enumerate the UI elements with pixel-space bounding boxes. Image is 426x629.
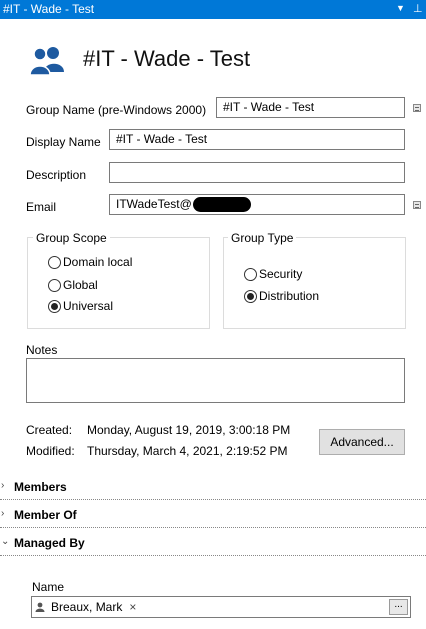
field-options-icon[interactable] <box>413 104 421 112</box>
chevron-down-icon[interactable]: ▼ <box>396 3 405 13</box>
radio-button[interactable] <box>48 299 61 313</box>
section-label: Managed By <box>14 536 85 550</box>
group-scope-title: Group Scope <box>33 231 110 245</box>
modified-value: Thursday, March 4, 2021, 2:19:52 PM <box>87 444 288 458</box>
manager-chip[interactable]: Breaux, Mark × <box>35 599 136 615</box>
display-name-label: Display Name <box>26 135 101 149</box>
manager-field[interactable]: Breaux, Mark × ... <box>31 596 411 618</box>
panel-title: #IT - Wade - Test <box>3 2 95 16</box>
panel-titlebar: #IT - Wade - Test ▼ ⊥ <box>0 0 426 19</box>
chevron-right-icon: › <box>1 508 5 519</box>
scope-universal-radio[interactable]: Universal <box>48 299 113 313</box>
radio-label: Global <box>63 278 98 292</box>
pin-icon[interactable]: ⊥ <box>413 2 423 15</box>
field-options-icon[interactable] <box>413 201 421 209</box>
group-type-box <box>223 237 406 329</box>
radio-label: Domain local <box>63 255 133 269</box>
chevron-right-icon: › <box>1 480 5 491</box>
browse-button[interactable]: ... <box>389 599 408 615</box>
radio-button[interactable] <box>48 255 61 269</box>
advanced-button[interactable]: Advanced... <box>319 429 405 455</box>
page-title: #IT - Wade - Test <box>83 46 251 71</box>
manager-name: Breaux, Mark <box>51 600 123 614</box>
display-name-field[interactable]: #IT - Wade - Test <box>109 129 405 150</box>
chevron-down-icon: ⌄ <box>1 536 10 547</box>
divider <box>0 527 426 528</box>
section-member-of[interactable]: › Member Of <box>0 505 426 525</box>
scope-domain-local-radio[interactable]: Domain local <box>48 255 132 269</box>
email-value: ITWadeTest@ <box>116 197 192 211</box>
manager-name-label: Name <box>32 580 65 594</box>
notes-label: Notes <box>26 343 58 357</box>
section-label: Members <box>14 480 67 494</box>
type-security-radio[interactable]: Security <box>244 267 302 281</box>
type-distribution-radio[interactable]: Distribution <box>244 289 319 303</box>
pre-windows-name-field[interactable]: #IT - Wade - Test <box>216 97 405 118</box>
radio-button[interactable] <box>244 267 257 281</box>
person-icon <box>35 602 45 612</box>
radio-button[interactable] <box>48 278 61 292</box>
section-label: Member Of <box>14 508 77 522</box>
redaction-mark <box>192 197 251 212</box>
modified-label: Modified: <box>26 444 75 458</box>
email-field[interactable]: ITWadeTest@ <box>109 194 405 215</box>
divider <box>0 499 426 500</box>
email-label: Email <box>26 200 57 214</box>
group-type-title: Group Type <box>228 231 297 245</box>
radio-label: Security <box>259 267 303 281</box>
pre-windows-name-label: Group Name (pre-Windows 2000) <box>26 103 207 117</box>
notes-field[interactable] <box>26 358 405 403</box>
group-users-icon <box>30 47 64 76</box>
radio-label: Distribution <box>259 289 320 303</box>
divider <box>0 555 426 556</box>
scope-global-radio[interactable]: Global <box>48 278 98 292</box>
section-managed-by[interactable]: ⌄ Managed By <box>0 533 426 553</box>
description-field[interactable] <box>109 162 405 183</box>
radio-label: Universal <box>63 299 114 313</box>
close-icon[interactable]: × <box>129 600 136 614</box>
created-value: Monday, August 19, 2019, 3:00:18 PM <box>87 423 291 437</box>
created-label: Created: <box>26 423 73 437</box>
section-members[interactable]: › Members <box>0 477 426 497</box>
description-label: Description <box>26 168 87 182</box>
radio-button[interactable] <box>244 289 257 303</box>
